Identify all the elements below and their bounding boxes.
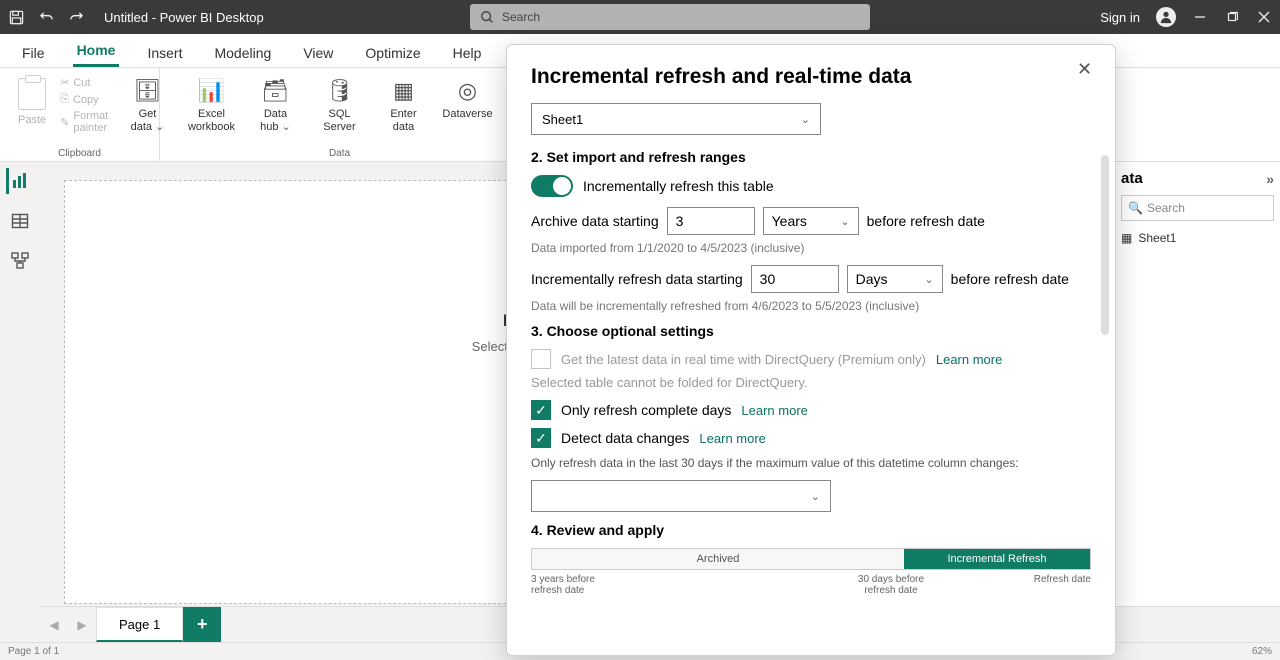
menu-file[interactable]: File <box>18 39 49 67</box>
table-icon: ▦ <box>1121 231 1132 245</box>
report-view-icon[interactable] <box>6 168 32 194</box>
group-data-label: Data <box>329 148 350 159</box>
tl-label-mid: 30 days beforerefresh date <box>771 574 1011 596</box>
learn-more-link-3[interactable]: Learn more <box>699 431 765 446</box>
menu-insert[interactable]: Insert <box>143 39 186 67</box>
timeline-archived: Archived <box>532 549 904 569</box>
detect-changes-checkbox[interactable]: ✓ <box>531 428 551 448</box>
group-clipboard-label: Clipboard <box>58 148 101 159</box>
archive-hint: Data imported from 1/1/2020 to 4/5/2023 … <box>531 241 1091 255</box>
archive-number-input[interactable] <box>667 207 755 235</box>
data-pane: ata » 🔍 Search ▦Sheet1 <box>1114 162 1280 642</box>
search-box[interactable]: Search <box>470 4 870 30</box>
cut-button: ✂ Cut <box>60 76 143 89</box>
enter-data-button[interactable]: ▦Enterdata <box>376 74 432 133</box>
archive-suffix: before refresh date <box>867 213 985 229</box>
chevron-down-icon: ⌄ <box>801 113 810 126</box>
close-icon[interactable] <box>1256 9 1272 25</box>
sql-server-button[interactable]: 🛢SQLServer <box>312 74 368 133</box>
dataverse-button[interactable]: ◎Dataverse <box>440 74 496 121</box>
menu-help[interactable]: Help <box>449 39 486 67</box>
status-zoom: 62% <box>1252 646 1272 657</box>
minimize-icon[interactable] <box>1192 9 1208 25</box>
dialog-scrollbar[interactable] <box>1101 155 1109 335</box>
avatar-icon[interactable] <box>1156 7 1176 27</box>
page-tab-1[interactable]: Page 1 <box>96 607 183 642</box>
complete-days-checkbox[interactable]: ✓ <box>531 400 551 420</box>
learn-more-link-2[interactable]: Learn more <box>741 403 807 418</box>
menu-view[interactable]: View <box>299 39 337 67</box>
sign-in-link[interactable]: Sign in <box>1100 10 1140 25</box>
menu-modeling[interactable]: Modeling <box>210 39 275 67</box>
model-view-icon[interactable] <box>7 248 33 274</box>
table-item-sheet1[interactable]: ▦Sheet1 <box>1121 229 1274 247</box>
section-4-heading: 4. Review and apply <box>531 522 1091 538</box>
incremental-suffix: before refresh date <box>951 271 1069 287</box>
incremental-number-input[interactable] <box>751 265 839 293</box>
restore-icon[interactable] <box>1224 9 1240 25</box>
paste-button: Paste <box>10 74 54 136</box>
page-prev-button[interactable]: ◀ <box>40 607 68 642</box>
incremental-refresh-dialog: ✕ Incremental refresh and real-time data… <box>506 44 1116 656</box>
tl-label-right: Refresh date <box>1011 574 1091 596</box>
table-view-icon[interactable] <box>7 208 33 234</box>
archive-unit-select[interactable]: Years⌄ <box>763 207 859 235</box>
archive-label: Archive data starting <box>531 213 659 229</box>
section-2-heading: 2. Set import and refresh ranges <box>531 149 1091 165</box>
menu-optimize[interactable]: Optimize <box>361 39 424 67</box>
add-page-button[interactable]: + <box>183 607 221 642</box>
incremental-toggle[interactable] <box>531 175 573 197</box>
detect-changes-hint: Only refresh data in the last 30 days if… <box>531 456 1091 470</box>
left-rail <box>0 162 40 642</box>
realtime-hint: Selected table cannot be folded for Dire… <box>531 375 1091 390</box>
chevron-down-icon: ⌄ <box>811 490 820 503</box>
data-hub-button[interactable]: 🗃Datahub ⌄ <box>248 74 304 133</box>
complete-days-label: Only refresh complete days <box>561 402 731 418</box>
detect-changes-label: Detect data changes <box>561 430 689 446</box>
learn-more-link-1[interactable]: Learn more <box>936 352 1002 367</box>
tl-label-left: 3 years beforerefresh date <box>531 574 771 596</box>
excel-workbook-button[interactable]: 📊Excelworkbook <box>184 74 240 133</box>
detect-column-select[interactable]: ⌄ <box>531 480 831 512</box>
menu-home[interactable]: Home <box>73 36 120 67</box>
save-icon[interactable] <box>8 9 24 25</box>
data-search-input[interactable]: 🔍 Search <box>1121 195 1274 221</box>
expand-icon[interactable]: » <box>1266 171 1274 187</box>
dialog-close-button[interactable]: ✕ <box>1077 59 1101 83</box>
timeline-incremental: Incremental Refresh <box>904 549 1090 569</box>
page-next-button[interactable]: ▶ <box>68 607 96 642</box>
incremental-unit-select[interactable]: Days⌄ <box>847 265 943 293</box>
data-pane-title: ata <box>1121 170 1143 187</box>
copy-button: ⎘ Copy <box>60 93 143 106</box>
redo-icon[interactable] <box>68 9 84 25</box>
refresh-timeline: Archived Incremental Refresh 3 years bef… <box>531 548 1091 596</box>
toggle-label: Incrementally refresh this table <box>583 178 774 194</box>
section-3-heading: 3. Choose optional settings <box>531 323 1091 339</box>
status-page-count: Page 1 of 1 <box>8 646 59 657</box>
dialog-title: Incremental refresh and real-time data <box>531 65 1091 89</box>
format-painter-button: ✎ Format painter <box>60 110 143 134</box>
titlebar: Untitled - Power BI Desktop Search Sign … <box>0 0 1280 34</box>
table-select[interactable]: Sheet1⌄ <box>531 103 821 135</box>
incremental-label: Incrementally refresh data starting <box>531 271 743 287</box>
window-title: Untitled - Power BI Desktop <box>104 10 264 25</box>
search-placeholder: Search <box>502 10 540 24</box>
incremental-hint: Data will be incrementally refreshed fro… <box>531 299 1091 313</box>
undo-icon[interactable] <box>38 9 54 25</box>
realtime-label: Get the latest data in real time with Di… <box>561 352 926 367</box>
realtime-checkbox <box>531 349 551 369</box>
